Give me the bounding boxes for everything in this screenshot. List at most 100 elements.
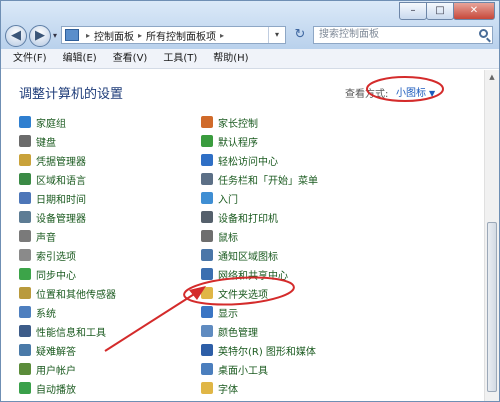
control-panel-item[interactable]: 键盘 [19,132,56,150]
control-panel-item[interactable]: 通知区域图标 [201,246,278,264]
view-by-arrow-icon: ▼ [429,89,436,98]
search-placeholder: 搜索控制面板 [319,29,379,40]
indexing-icon [19,249,31,261]
control-panel-item[interactable]: 鼠标 [201,227,238,245]
breadcrumb-separator[interactable]: ▸ [220,31,224,40]
control-panel-item[interactable]: 设备管理器 [19,208,86,226]
control-panel-item-label: 任务栏和「开始」菜单 [218,175,318,187]
control-panel-item-label: 轻松访问中心 [218,156,278,168]
close-button[interactable]: ✕ [453,2,495,20]
vertical-scrollbar[interactable]: ▲ [484,70,499,401]
control-panel-item-label: 家长控制 [218,118,258,130]
control-panel-item[interactable]: 文件夹选项 [201,284,268,302]
fonts-icon [201,382,213,394]
page-title: 调整计算机的设置 [19,87,124,102]
control-panel-item[interactable]: 家长控制 [201,113,258,131]
control-panel-item-label: 索引选项 [36,251,76,263]
search-input[interactable]: 搜索控制面板 [313,26,493,44]
control-panel-item-label: 颜色管理 [218,327,258,339]
control-panel-item-label: 同步中心 [36,270,76,282]
device-manager-icon [19,211,31,223]
control-panel-item[interactable]: 英特尔(R) 图形和媒体 [201,341,316,359]
menu-tools[interactable]: 工具(T) [155,49,205,69]
printer-icon [201,211,213,223]
control-panel-item[interactable]: 显示 [201,303,238,321]
menu-help[interactable]: 帮助(H) [205,49,256,69]
forward-button[interactable]: ▶ [29,25,51,47]
control-panel-item[interactable]: 索引选项 [19,246,76,264]
view-by-label: 查看方式: [345,89,389,100]
control-panel-item[interactable]: 入门 [201,189,238,207]
clock-icon [19,192,31,204]
control-panel-item[interactable]: 系统 [19,303,56,321]
control-panel-window: – □ ✕ ◀ ▶ ▾ ▸ 控制面板 ▸ 所有控制面板项 ▸ ▾ ↻ 搜索控制面… [0,0,500,402]
sync-center-icon [19,268,31,280]
control-panel-item-label: 自动播放 [36,384,76,396]
control-panel-item-label: 通知区域图标 [218,251,278,263]
control-panel-item[interactable]: 网络和共享中心 [201,265,288,283]
control-panel-item-label: 用户帐户 [36,365,76,377]
control-panel-item-label: 日期和时间 [36,194,86,206]
user-accounts-icon [19,363,31,375]
control-panel-item[interactable]: 桌面小工具 [201,360,268,378]
scroll-thumb[interactable] [487,222,497,392]
control-panel-item[interactable]: 任务栏和「开始」菜单 [201,170,318,188]
maximize-button[interactable]: □ [426,2,454,20]
address-bar[interactable]: ▸ 控制面板 ▸ 所有控制面板项 ▸ ▾ [61,26,286,44]
control-panel-item-label: 设备管理器 [36,213,86,225]
control-panel-icon [65,29,79,41]
menu-edit[interactable]: 编辑(E) [55,49,105,69]
control-panel-item[interactable]: 疑难解答 [19,341,76,359]
control-panel-item[interactable]: 区域和语言 [19,170,86,188]
control-panel-item-label: 区域和语言 [36,175,86,187]
control-panel-item[interactable]: 字体 [201,379,238,397]
control-panel-item[interactable]: 凭据管理器 [19,151,86,169]
breadcrumb-separator[interactable]: ▸ [86,31,90,40]
minimize-button[interactable]: – [399,2,427,20]
control-panel-item[interactable]: 日期和时间 [19,189,86,207]
mouse-icon [201,230,213,242]
control-panel-content: 调整计算机的设置 查看方式: 小图标 ▼ 家庭组键盘 凭据管理器区域和语言日期和时间… [1,70,485,401]
view-by-dropdown[interactable]: 小图标 ▼ [396,84,435,99]
breadcrumb-control-panel[interactable]: 控制面板 [94,28,134,43]
getting-started-icon [201,192,213,204]
control-panel-item[interactable]: 设备和打印机 [201,208,278,226]
control-panel-item[interactable]: 用户帐户 [19,360,76,378]
menu-view[interactable]: 查看(V) [105,49,156,69]
control-panel-item[interactable]: 位置和其他传感器 [19,284,116,302]
recent-pages-dropdown[interactable]: ▾ [53,31,57,40]
folder-options-icon [201,287,213,299]
control-panel-item[interactable]: 颜色管理 [201,322,258,340]
scroll-up-icon[interactable]: ▲ [485,70,499,84]
control-panel-item-label: 鼠标 [218,232,238,244]
notification-area-icon [201,249,213,261]
control-panel-item[interactable]: 轻松访问中心 [201,151,278,169]
control-panel-item[interactable]: 家庭组 [19,113,66,131]
control-panel-item[interactable]: 自动播放 [19,379,76,397]
intel-graphics-icon [201,344,213,356]
keyboard-icon [19,135,31,147]
sensor-icon [19,287,31,299]
menu-file[interactable]: 文件(F) [5,49,55,69]
address-dropdown-button[interactable]: ▾ [268,27,285,43]
control-panel-item-label: 性能信息和工具 [36,327,106,339]
breadcrumb-all-items[interactable]: 所有控制面板项 [146,28,216,43]
title-bar: – □ ✕ ◀ ▶ ▾ ▸ 控制面板 ▸ 所有控制面板项 ▸ ▾ ↻ 搜索控制面… [1,1,499,49]
credential-manager-icon [19,154,31,166]
control-panel-item[interactable]: 默认程序 [201,132,258,150]
control-panel-item[interactable]: 声音 [19,227,56,245]
control-panel-item-label: 家庭组 [36,118,66,130]
menu-bar: 文件(F) 编辑(E) 查看(V) 工具(T) 帮助(H) [1,49,499,69]
back-button[interactable]: ◀ [5,25,27,47]
homegroup-icon [19,116,31,128]
control-panel-item[interactable]: 同步中心 [19,265,76,283]
parental-controls-icon [201,116,213,128]
ease-of-access-icon [201,154,213,166]
breadcrumb-separator[interactable]: ▸ [138,31,142,40]
region-language-icon [19,173,31,185]
control-panel-item-label: 疑难解答 [36,346,76,358]
refresh-button[interactable]: ↻ [289,26,311,44]
search-icon[interactable] [479,29,488,38]
display-icon [201,306,213,318]
control-panel-item[interactable]: 性能信息和工具 [19,322,106,340]
